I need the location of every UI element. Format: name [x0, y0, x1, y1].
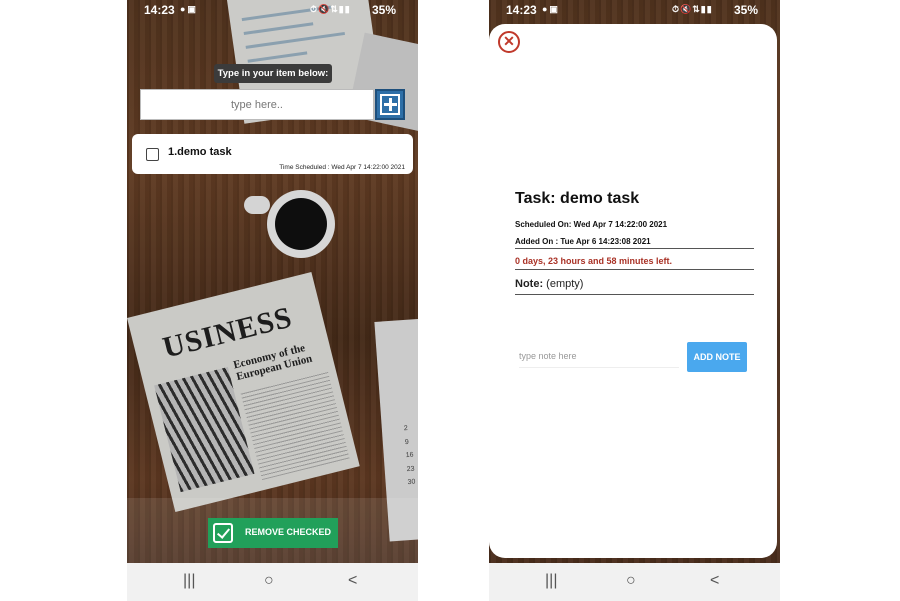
- note-row: Note: (empty): [515, 278, 754, 295]
- navigation-bar: ||| ○ <: [127, 563, 418, 601]
- status-time: 14:23: [144, 3, 175, 17]
- task-list-item[interactable]: 1.demo task Time Scheduled : Wed Apr 7 1…: [132, 134, 413, 174]
- notification-icons: ●▣: [542, 4, 560, 14]
- battery-level: 35%: [734, 3, 759, 17]
- desk-background: USINESS Economy of the European Union 2 …: [127, 0, 418, 563]
- note-label: Note:: [515, 278, 544, 290]
- task-title: 1.demo task: [168, 146, 232, 158]
- home-icon[interactable]: ○: [626, 572, 636, 590]
- recents-icon[interactable]: |||: [545, 572, 557, 590]
- recents-icon[interactable]: |||: [183, 572, 195, 590]
- battery-level: 35%: [372, 3, 397, 17]
- signal-icons: ⏱🔇⇅▮▮: [672, 4, 713, 14]
- back-icon[interactable]: <: [348, 572, 357, 590]
- note-value: (empty): [546, 278, 584, 290]
- add-note-button[interactable]: ADD NOTE: [687, 342, 747, 372]
- status-bar: 14:23 ●▣ ⏱🔇⇅▮▮ 35%: [489, 0, 780, 19]
- add-item-button[interactable]: [375, 89, 405, 120]
- added-on: Added On : Tue Apr 6 14:23:08 2021: [515, 237, 754, 249]
- task-detail-title: Task: demo task: [515, 190, 640, 207]
- task-scheduled-time: Time Scheduled : Wed Apr 7 14:22:00 2021: [279, 164, 405, 171]
- input-prompt-label: Type in your item below:: [214, 64, 332, 83]
- navigation-bar: ||| ○ <: [489, 563, 780, 601]
- remove-checked-button[interactable]: REMOVE CHECKED: [208, 518, 338, 548]
- close-icon[interactable]: ✕: [498, 31, 520, 53]
- home-icon[interactable]: ○: [264, 572, 274, 590]
- remove-checked-label: REMOVE CHECKED: [245, 527, 332, 537]
- scheduled-on: Scheduled On: Wed Apr 7 14:22:00 2021: [515, 220, 668, 229]
- status-bar: 14:23 ●▣ ⏱🔇⇅▮▮ 35%: [127, 0, 418, 19]
- time-left: 0 days, 23 hours and 58 minutes left.: [515, 256, 754, 270]
- phone-screen-task-detail: 14:23 ●▣ ⏱🔇⇅▮▮ 35% ✕ Task: demo task Sch…: [489, 0, 780, 601]
- task-checkbox[interactable]: [146, 148, 159, 161]
- back-icon[interactable]: <: [710, 572, 719, 590]
- signal-icons: ⏱🔇⇅▮▮: [310, 4, 351, 14]
- phone-screen-task-list: USINESS Economy of the European Union 2 …: [127, 0, 418, 601]
- plus-icon: [380, 94, 400, 115]
- checkbox-checked-icon: [213, 523, 233, 543]
- task-detail-modal: ✕ Task: demo task Scheduled On: Wed Apr …: [489, 24, 777, 558]
- notification-icons: ●▣: [180, 4, 198, 14]
- status-time: 14:23: [506, 3, 537, 17]
- note-input[interactable]: [519, 344, 679, 368]
- item-input[interactable]: [140, 89, 374, 120]
